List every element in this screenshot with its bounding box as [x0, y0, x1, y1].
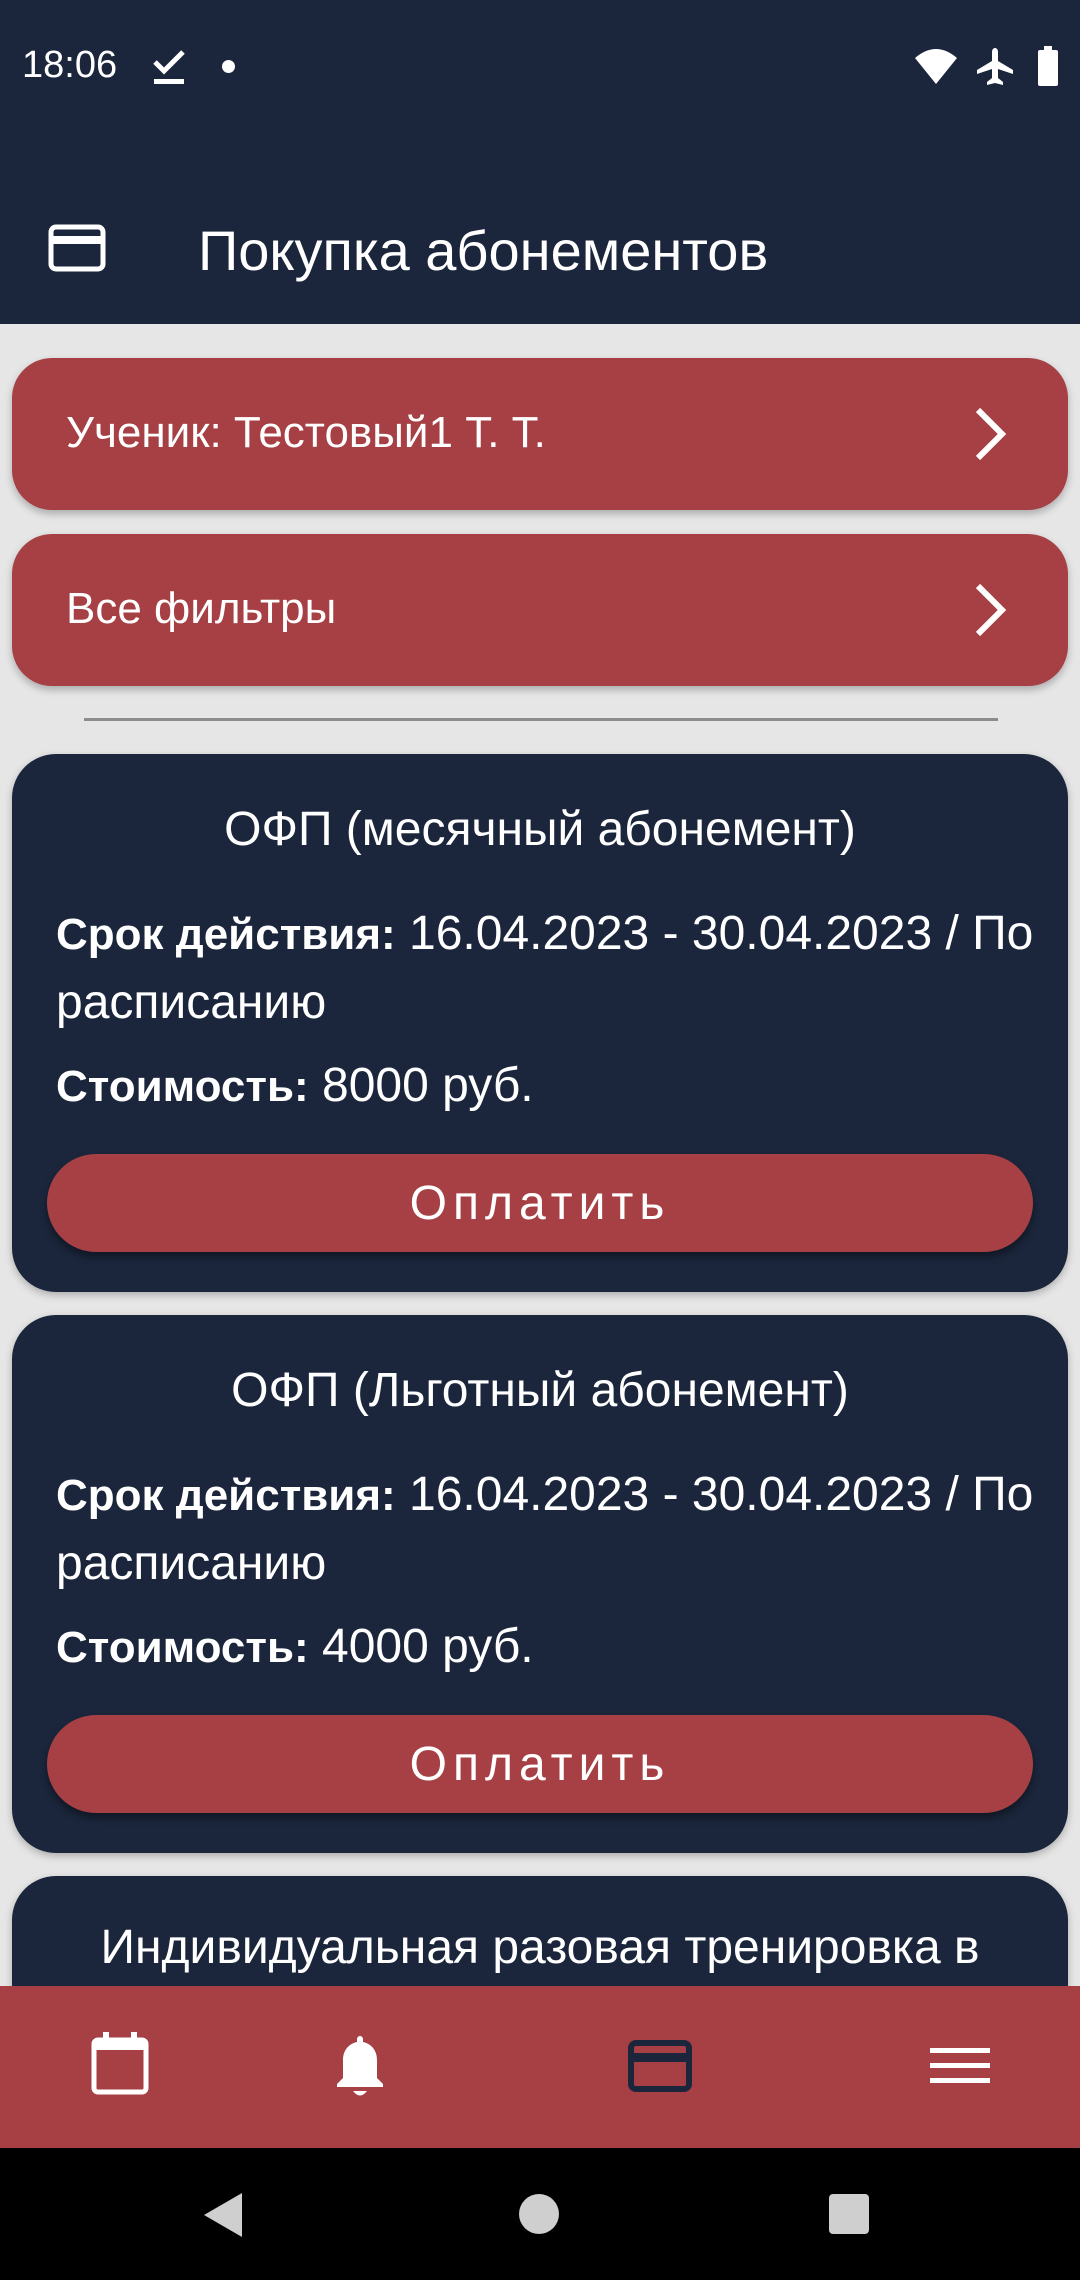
app-bar: Покупка абонементов — [0, 180, 1080, 320]
price-value: 8000 руб. — [322, 1059, 534, 1112]
period-label: Срок действия: — [56, 910, 396, 959]
subscription-title: ОФП (месячный абонемент) — [224, 803, 856, 856]
price-label: Стоимость: — [56, 1623, 309, 1672]
recents-icon[interactable] — [829, 2194, 869, 2234]
bell-icon[interactable] — [320, 2026, 400, 2106]
credit-card-icon — [48, 224, 106, 272]
wifi-icon — [915, 49, 957, 84]
airplane-icon — [977, 48, 1013, 85]
back-icon[interactable] — [202, 2191, 246, 2239]
all-filters-label: Все фильтры — [66, 584, 337, 633]
subscription-card: ОФП (месячный абонемент) Срок действия: … — [12, 754, 1068, 1292]
all-filters-button[interactable]: Все фильтры — [12, 534, 1068, 686]
chevron-right-icon — [975, 583, 1007, 637]
notification-dot-icon — [222, 60, 235, 73]
subscription-title: ОФП (Льготный абонемент) — [231, 1364, 849, 1417]
top-header: 18:06 Покупка абонементов — [0, 0, 1080, 324]
subscription-period: Срок действия: 16.04.2023 - 30.04.2023 /… — [56, 1461, 1036, 1598]
download-done-icon — [153, 50, 185, 84]
battery-icon — [1038, 46, 1058, 86]
status-time: 18:06 — [22, 44, 118, 86]
home-icon[interactable] — [519, 2194, 559, 2234]
credit-card-icon[interactable] — [620, 2026, 700, 2106]
bottom-navigation — [0, 1986, 1080, 2148]
calendar-icon[interactable] — [80, 2026, 160, 2106]
subscription-price: Стоимость: 8000 руб. — [56, 1058, 534, 1113]
status-bar: 18:06 — [0, 0, 1080, 134]
subscription-price: Стоимость: 4000 руб. — [56, 1619, 534, 1674]
price-value: 4000 руб. — [322, 1620, 534, 1673]
price-label: Стоимость: — [56, 1062, 309, 1111]
page-title: Покупка абонементов — [198, 219, 769, 282]
menu-icon[interactable] — [920, 2026, 1000, 2106]
system-navigation-bar — [0, 2148, 1080, 2280]
subscription-card: ОФП (Льготный абонемент) Срок действия: … — [12, 1315, 1068, 1853]
subscription-title: Индивидуальная разовая тренировка в — [100, 1921, 980, 1974]
chevron-right-icon — [975, 407, 1007, 461]
period-label: Срок действия: — [56, 1471, 396, 1520]
pay-button[interactable]: Оплатить — [47, 1154, 1033, 1252]
pay-button[interactable]: Оплатить — [47, 1715, 1033, 1813]
subscription-period: Срок действия: 16.04.2023 - 30.04.2023 /… — [56, 900, 1036, 1037]
student-selector[interactable]: Ученик: Тестовый1 Т. Т. — [12, 358, 1068, 510]
divider — [84, 718, 998, 721]
student-label: Ученик: Тестовый1 Т. Т. — [66, 408, 546, 457]
